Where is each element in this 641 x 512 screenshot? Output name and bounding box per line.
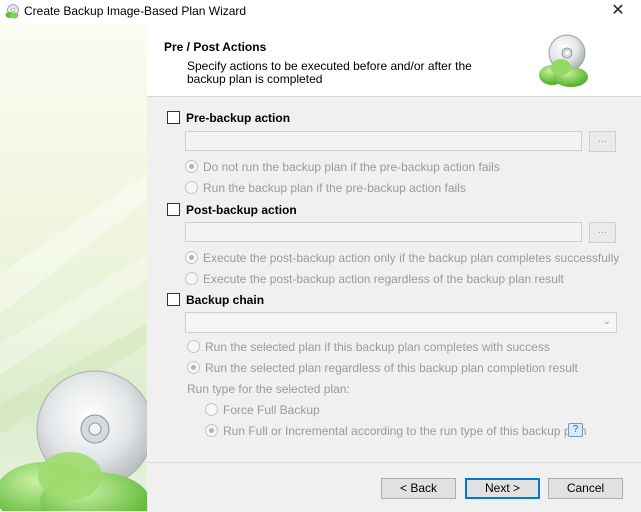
pre-backup-label[interactable]: Pre-backup action <box>186 111 290 125</box>
post-backup-command-input[interactable] <box>185 222 582 242</box>
cancel-button[interactable]: Cancel <box>548 478 623 499</box>
pre-backup-option-continue-label[interactable]: Run the backup plan if the pre-backup ac… <box>203 181 466 195</box>
backup-chain-plan-select[interactable]: ⌄ <box>185 312 617 333</box>
chain-option-success-radio[interactable] <box>187 340 200 353</box>
window-title: Create Backup Image-Based Plan Wizard <box>24 4 247 18</box>
disc-cloud-illustration <box>0 174 147 511</box>
chain-option-success-label[interactable]: Run the selected plan if this backup pla… <box>205 340 550 354</box>
post-backup-option-success-label[interactable]: Execute the post-backup action only if t… <box>203 251 619 265</box>
help-icon[interactable]: ? <box>568 423 583 437</box>
pre-backup-option-stop-label[interactable]: Do not run the backup plan if the pre-ba… <box>203 160 500 174</box>
title-bar: Create Backup Image-Based Plan Wizard ✕ <box>0 0 641 25</box>
backup-chain-checkbox[interactable] <box>167 293 180 306</box>
run-type-auto-radio[interactable] <box>205 424 218 437</box>
wizard-header: Pre / Post Actions Specify actions to be… <box>147 24 641 97</box>
run-type-full-radio[interactable] <box>205 403 218 416</box>
chain-option-always-radio[interactable] <box>187 361 200 374</box>
backup-chain-label[interactable]: Backup chain <box>186 293 264 307</box>
backup-disc-cloud-icon <box>5 4 19 19</box>
chain-option-always-label[interactable]: Run the selected plan regardless of this… <box>205 361 578 375</box>
back-button[interactable]: < Back <box>381 478 456 499</box>
post-backup-checkbox[interactable] <box>167 203 180 216</box>
disc-cloud-icon <box>539 34 588 87</box>
next-button[interactable]: Next > <box>465 478 540 499</box>
wizard-side-graphic <box>0 24 147 511</box>
post-backup-option-success-radio[interactable] <box>185 251 198 264</box>
pre-backup-option-continue-radio[interactable] <box>185 181 198 194</box>
page-title: Pre / Post Actions <box>164 40 267 54</box>
chevron-down-icon: ⌄ <box>602 316 611 327</box>
pre-backup-browse-button[interactable]: ... <box>589 131 616 152</box>
post-backup-option-always-label[interactable]: Execute the post-backup action regardles… <box>203 272 564 286</box>
post-backup-option-always-radio[interactable] <box>185 272 198 285</box>
close-icon[interactable]: ✕ <box>595 0 641 24</box>
post-backup-browse-button[interactable]: ... <box>589 222 616 243</box>
run-type-full-label[interactable]: Force Full Backup <box>223 403 320 417</box>
pre-backup-checkbox[interactable] <box>167 111 180 124</box>
run-type-label: Run type for the selected plan: <box>187 382 350 396</box>
pre-backup-option-stop-radio[interactable] <box>185 160 198 173</box>
actions-panel: Pre-backup action ... Do not run the bac… <box>147 97 641 462</box>
pre-backup-command-input[interactable] <box>185 131 582 151</box>
page-description: Specify actions to be executed before an… <box>187 59 472 86</box>
post-backup-label[interactable]: Post-backup action <box>186 203 297 217</box>
run-type-auto-label[interactable]: Run Full or Incremental according to the… <box>223 424 587 438</box>
wizard-footer: < Back Next > Cancel <box>147 462 641 512</box>
